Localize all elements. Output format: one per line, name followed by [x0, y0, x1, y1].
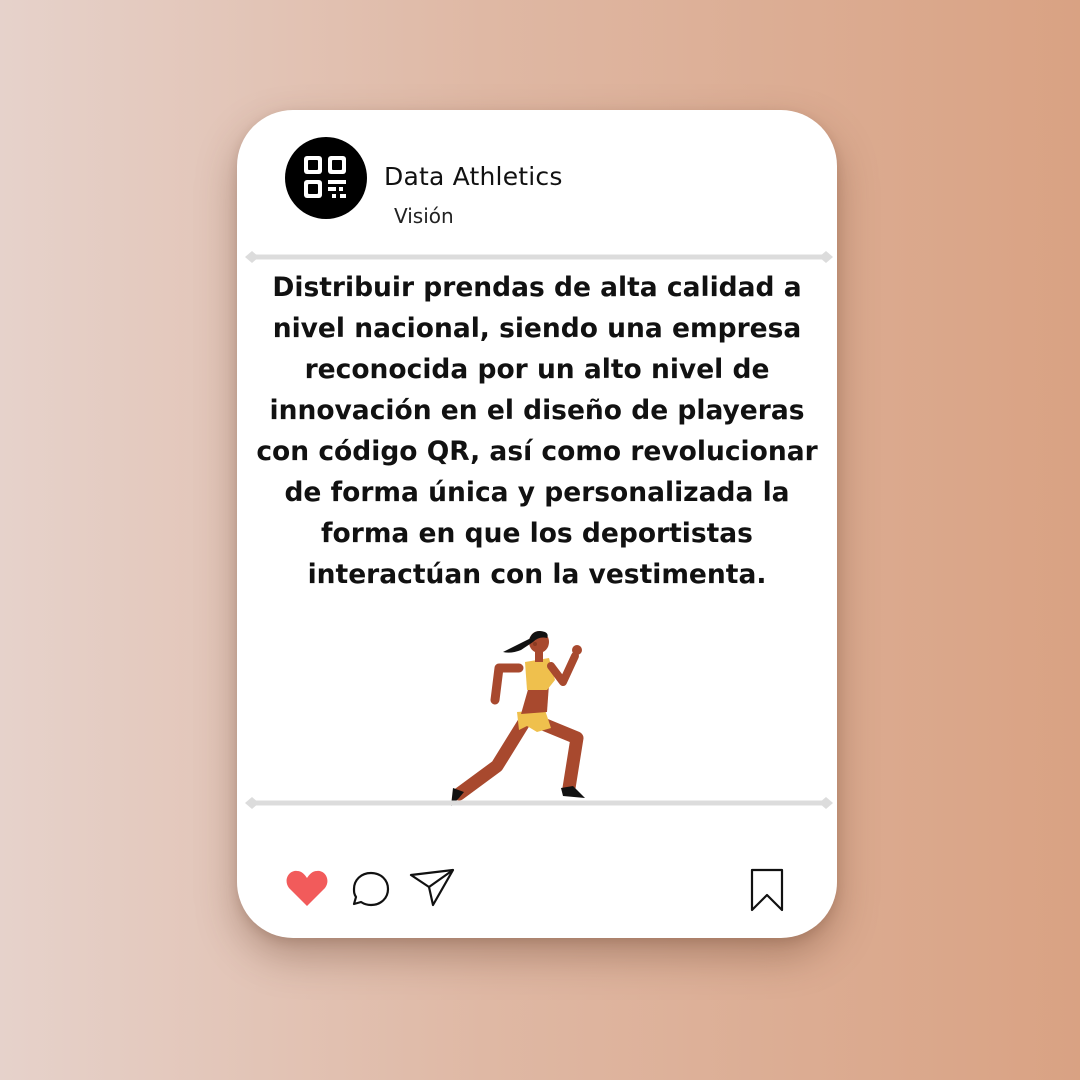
heart-icon[interactable]: [285, 870, 329, 908]
post-card: Data Athletics Visión Distribuir prendas…: [237, 110, 837, 938]
qr-code-icon: [304, 156, 346, 198]
account-name[interactable]: Data Athletics: [384, 162, 563, 191]
bookmark-icon[interactable]: [749, 868, 785, 912]
comment-icon[interactable]: [351, 870, 391, 908]
runner-illustration: [451, 631, 585, 806]
top-divider: [245, 251, 833, 263]
profile-avatar[interactable]: [285, 137, 367, 219]
post-subtitle: Visión: [394, 204, 454, 228]
post-body-text: Distribuir prendas de alta calidad a niv…: [256, 272, 818, 590]
bottom-divider: [245, 797, 833, 809]
send-icon[interactable]: [409, 867, 455, 907]
